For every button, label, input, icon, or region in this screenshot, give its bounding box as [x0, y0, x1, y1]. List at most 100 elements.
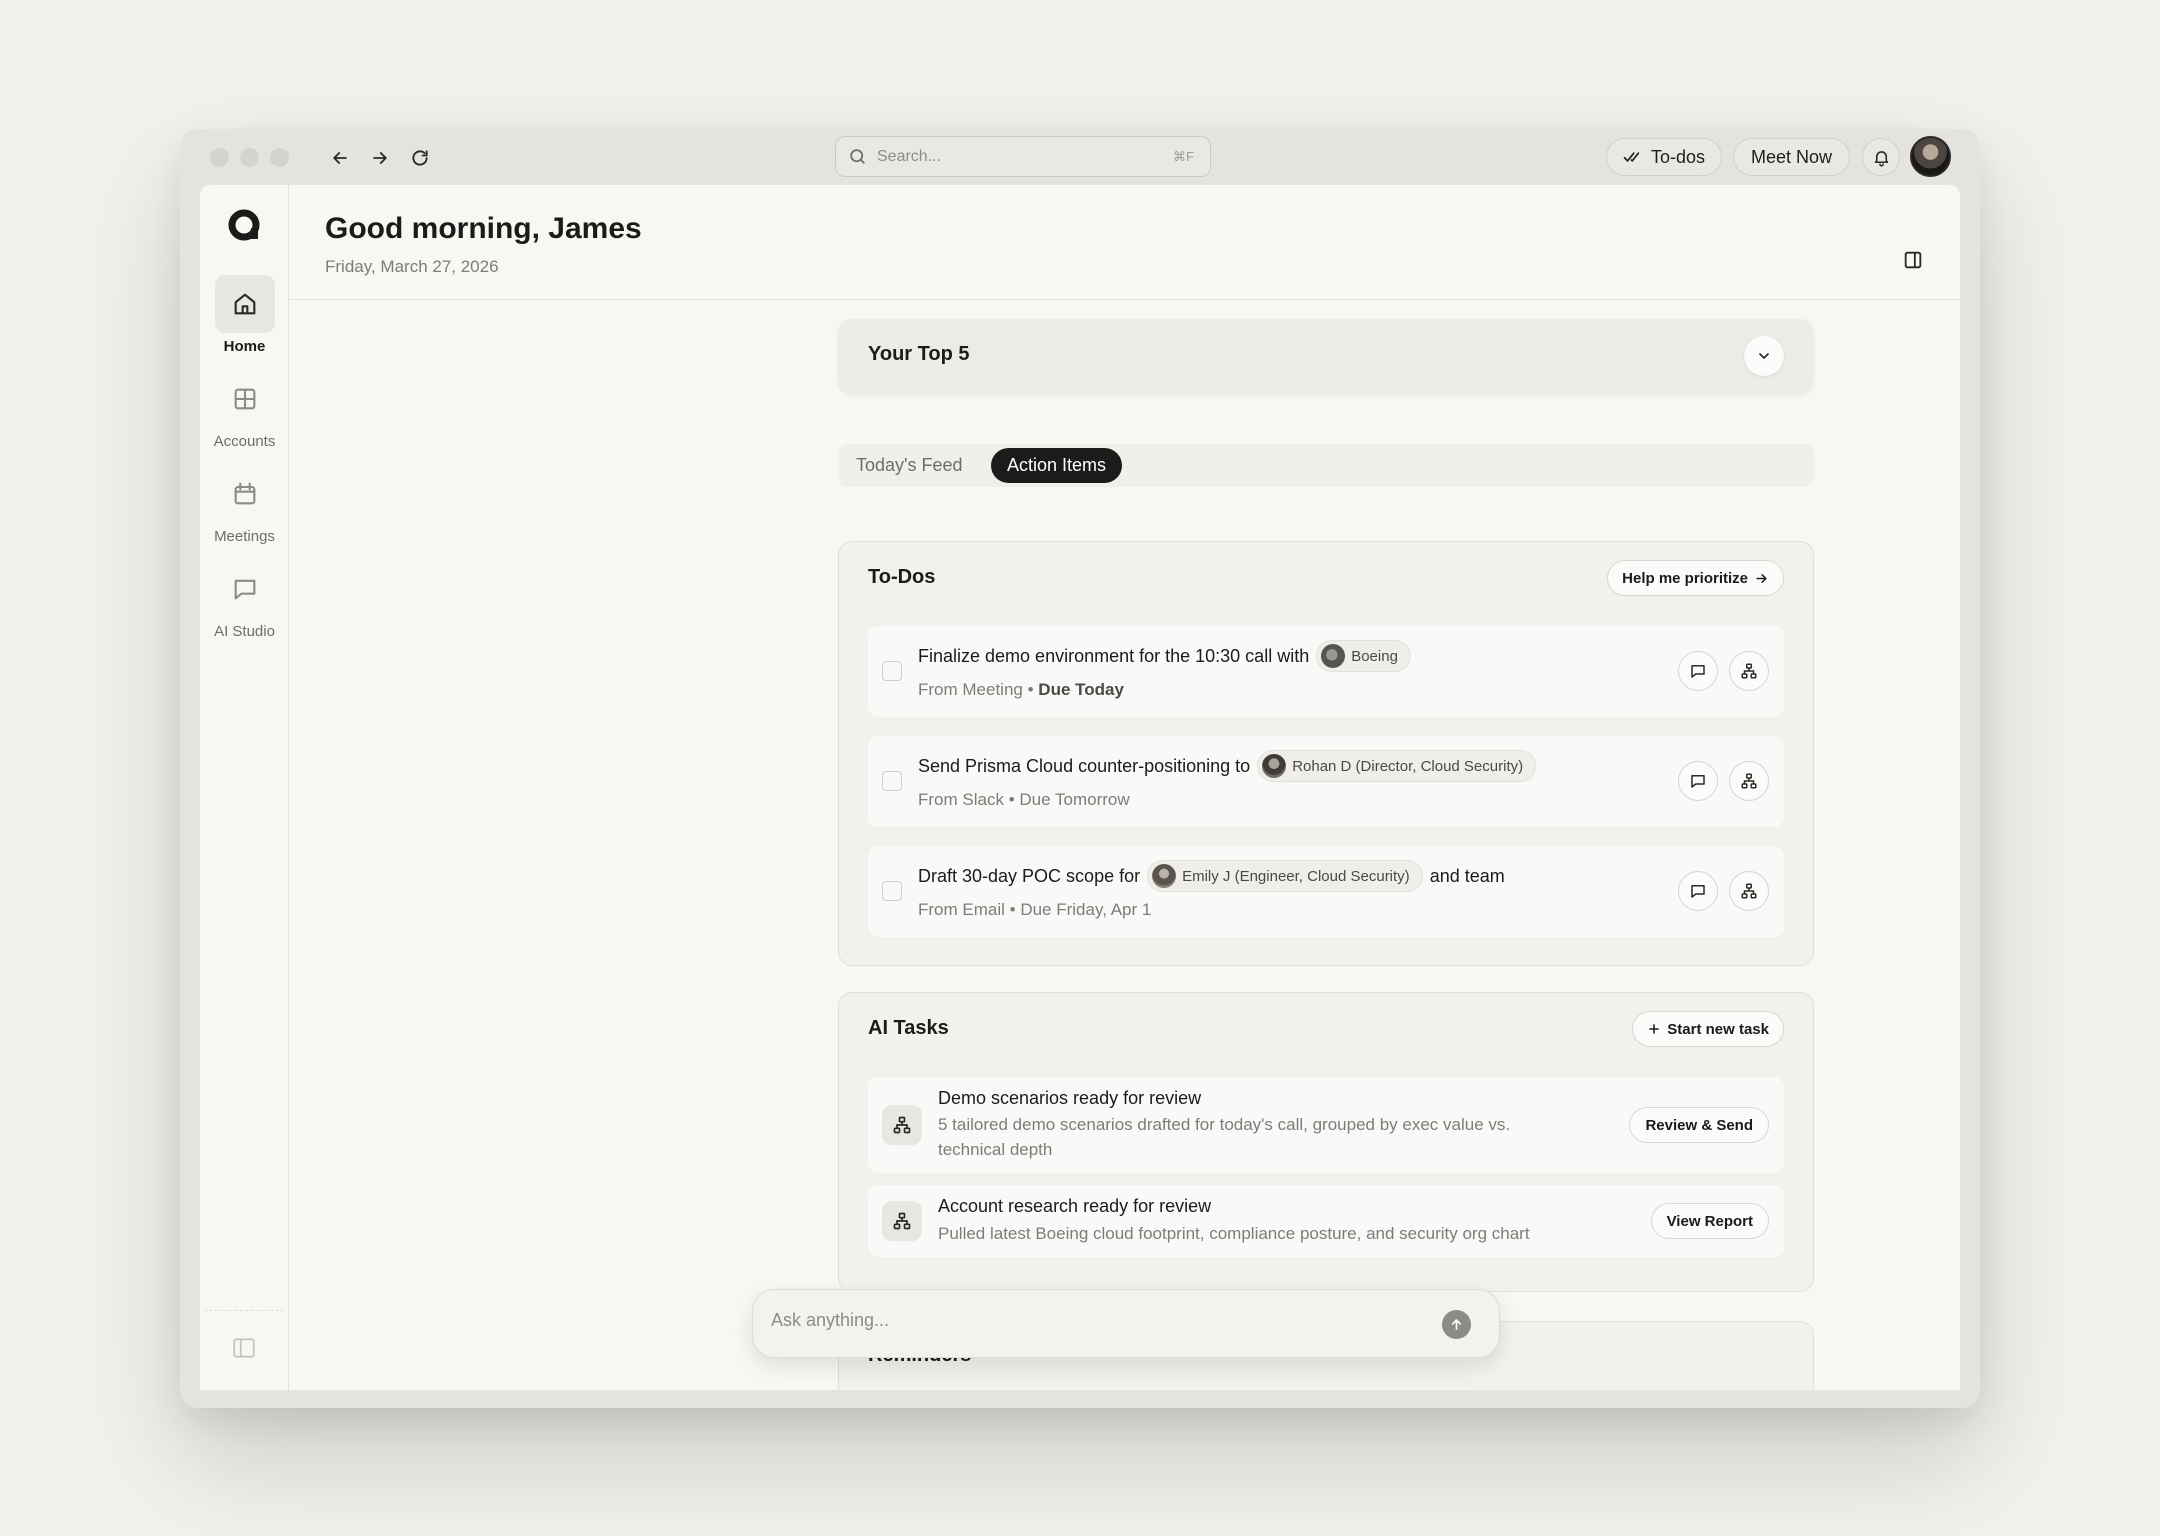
- bell-icon: [1874, 150, 1888, 167]
- top5-expand-button[interactable]: [1744, 336, 1784, 376]
- review-send-button[interactable]: Review & Send: [1629, 1107, 1769, 1143]
- meet-now-button[interactable]: Meet Now: [1733, 138, 1850, 176]
- todos-button[interactable]: To-dos: [1606, 138, 1722, 176]
- todos-button-label: To-dos: [1650, 146, 1706, 167]
- todos-card: To-Dos Help me prioritize Finalize demo …: [838, 541, 1814, 966]
- ai-task-description: 5 tailored demo scenarios drafted for to…: [938, 1115, 1511, 1159]
- sidebar-item-ai-studio[interactable]: AI Studio: [200, 560, 289, 640]
- hierarchy-icon: [1741, 773, 1757, 789]
- comment-icon: [1691, 885, 1705, 898]
- contact-avatar: [1152, 864, 1177, 888]
- meta-separator: •: [1009, 900, 1016, 919]
- ai-task-item: Demo scenarios ready for review 5 tailor…: [868, 1077, 1784, 1173]
- search-bar[interactable]: ⌘F: [835, 136, 1211, 177]
- start-new-task-label: Start new task: [1667, 1020, 1769, 1038]
- help-prioritize-button[interactable]: Help me prioritize: [1607, 560, 1784, 596]
- contact-chip[interactable]: Rohan D (Director, Cloud Security): [1257, 750, 1537, 782]
- todo-due: Due Today: [1038, 680, 1124, 699]
- sidebar-toggle-icon[interactable]: [231, 1335, 257, 1361]
- todo-item: Send Prisma Cloud counter-positioning to…: [868, 736, 1784, 827]
- search-icon: [850, 149, 865, 164]
- sidebar-item-accounts[interactable]: Accounts: [200, 370, 289, 450]
- page-title: Good morning, James: [325, 212, 642, 245]
- todo-text: Finalize demo environment for the 10:30 …: [918, 640, 1411, 672]
- sidebar-item-label: AI Studio: [214, 623, 275, 640]
- todo-title: Finalize demo environment for the 10:30 …: [918, 645, 1310, 666]
- search-input[interactable]: [877, 147, 1164, 166]
- hierarchy-icon: [882, 1201, 922, 1241]
- tab-action-items[interactable]: Action Items: [991, 448, 1123, 483]
- todos-title: To-Dos: [868, 566, 936, 588]
- notifications-button[interactable]: [1862, 138, 1900, 176]
- view-report-button[interactable]: View Report: [1650, 1203, 1769, 1239]
- back-button[interactable]: [326, 144, 354, 172]
- app-logo-icon[interactable]: [227, 208, 261, 242]
- forward-button[interactable]: [366, 144, 394, 172]
- comment-button[interactable]: [1678, 871, 1718, 911]
- grid-icon: [215, 370, 275, 428]
- comment-button[interactable]: [1678, 651, 1718, 691]
- start-new-task-button[interactable]: Start new task: [1632, 1011, 1784, 1047]
- maximize-window-button[interactable]: [270, 148, 289, 167]
- top5-title: Your Top 5: [868, 343, 970, 365]
- ai-tasks-title: AI Tasks: [868, 1017, 949, 1039]
- sidebar-item-home[interactable]: Home: [200, 275, 289, 355]
- ai-task-description: Pulled latest Boeing cloud footprint, co…: [938, 1224, 1530, 1243]
- comment-icon: [1691, 775, 1705, 788]
- arrow-right-icon: [373, 152, 387, 164]
- todo-source: From Email: [918, 900, 1005, 919]
- user-avatar[interactable]: [1910, 136, 1951, 177]
- meta-separator: •: [1027, 680, 1034, 699]
- todo-meta: From Email • Due Friday, Apr 1: [918, 900, 1151, 920]
- ai-task-title: Account research ready for review: [938, 1196, 1212, 1216]
- minimize-window-button[interactable]: [240, 148, 259, 167]
- account-chip[interactable]: Boeing: [1316, 640, 1411, 672]
- comment-button[interactable]: [1678, 761, 1718, 801]
- arrow-up-icon: [1451, 1319, 1462, 1330]
- help-prioritize-label: Help me prioritize: [1622, 569, 1748, 587]
- hierarchy-icon: [1741, 883, 1757, 899]
- boeing-logo-icon: [1321, 644, 1346, 668]
- ask-input[interactable]: [771, 1310, 1411, 1331]
- ai-tasks-card: AI Tasks Start new task Demo scenarios r…: [838, 992, 1814, 1292]
- meta-separator: •: [1008, 790, 1015, 809]
- home-icon: [214, 275, 275, 333]
- todo-meta: From Meeting • Due Today: [918, 680, 1124, 700]
- close-window-button[interactable]: [210, 148, 229, 167]
- todo-source: From Meeting: [918, 680, 1023, 699]
- comment-icon: [1691, 665, 1705, 678]
- hierarchy-icon: [1741, 663, 1757, 679]
- delegate-agent-button[interactable]: [1729, 871, 1769, 911]
- todo-due: Due Friday, Apr 1: [1020, 900, 1152, 919]
- feed-tabs: Today's Feed Action Items: [838, 444, 1814, 487]
- sidebar-item-meetings[interactable]: Meetings: [200, 465, 289, 545]
- todo-source: From Slack: [918, 790, 1004, 809]
- send-button[interactable]: [1442, 1310, 1471, 1339]
- double-check-icon: [1623, 152, 1640, 162]
- todo-checkbox[interactable]: [882, 771, 902, 791]
- sidebar-item-label: Home: [223, 338, 266, 355]
- top5-panel[interactable]: Your Top 5: [838, 319, 1814, 394]
- app-window: ⌘F To-dos Meet Now Home: [180, 129, 1980, 1408]
- chip-label: Rohan D (Director, Cloud Security): [1292, 757, 1524, 775]
- delegate-agent-button[interactable]: [1729, 651, 1769, 691]
- chip-label: Boeing: [1351, 647, 1398, 665]
- refresh-icon: [412, 150, 428, 166]
- contact-chip[interactable]: Emily J (Engineer, Cloud Security): [1147, 860, 1423, 892]
- ask-bar[interactable]: [752, 1289, 1500, 1358]
- panel-toggle-icon[interactable]: [1902, 249, 1924, 271]
- todo-checkbox[interactable]: [882, 881, 902, 901]
- ai-task-item: Account research ready for review Pulled…: [868, 1185, 1784, 1257]
- delegate-agent-button[interactable]: [1729, 761, 1769, 801]
- todo-title: Send Prisma Cloud counter-positioning to: [918, 755, 1251, 776]
- arrow-right-icon: [1756, 573, 1767, 583]
- todo-checkbox[interactable]: [882, 661, 902, 681]
- arrow-left-icon: [333, 152, 347, 164]
- reload-button[interactable]: [406, 144, 434, 172]
- hierarchy-icon: [882, 1105, 922, 1145]
- todo-item: Finalize demo environment for the 10:30 …: [868, 626, 1784, 717]
- page-header: Good morning, James Friday, March 27, 20…: [289, 185, 1960, 300]
- sidebar: Home Accounts Meetings AI Studio: [200, 185, 289, 1390]
- tab-todays-feed[interactable]: Today's Feed: [840, 448, 979, 483]
- todo-suffix: and team: [1429, 865, 1505, 886]
